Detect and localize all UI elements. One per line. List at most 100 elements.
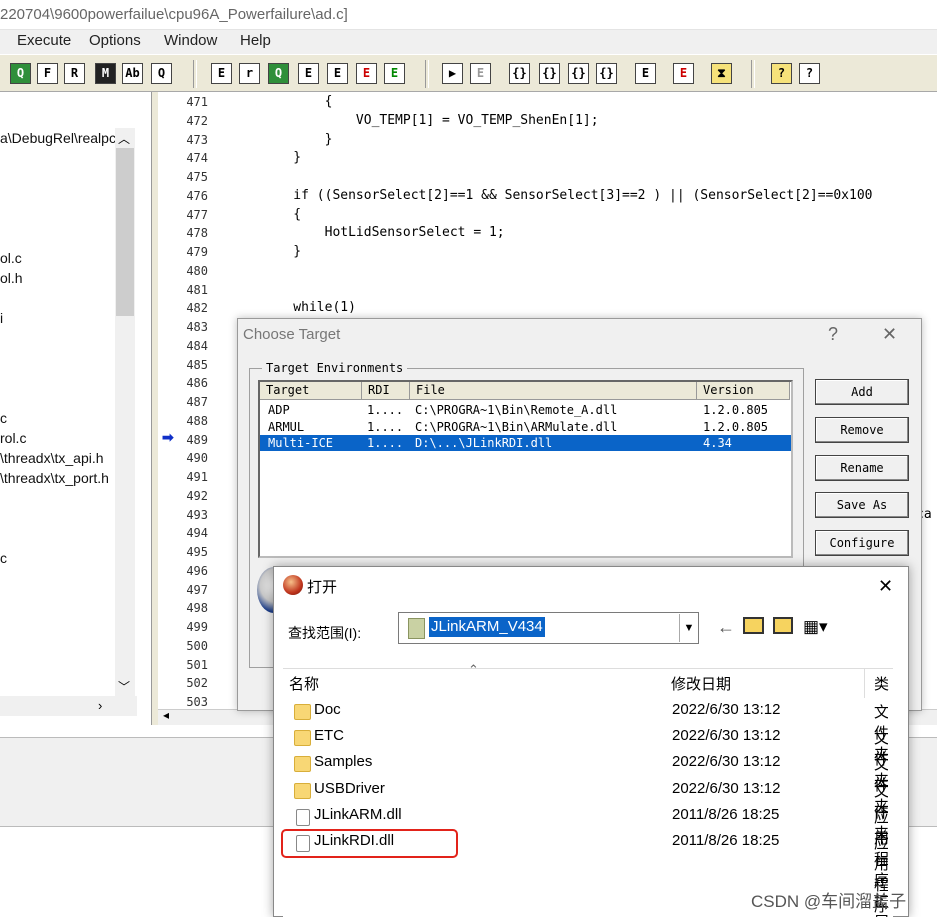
list-item[interactable]: USBDriver 2022/6/30 13:12 文件夹 [288, 778, 888, 842]
scroll-left-icon[interactable]: ◂ [163, 708, 169, 722]
column-header-rdi[interactable]: RDI [362, 382, 410, 400]
toolbar-step-icon[interactable]: {} [539, 63, 560, 84]
list-item[interactable]: JLinkARM.dll2011/8/26 18:25应用程序扩展 [288, 804, 888, 917]
list-item[interactable]: \threadx\tx_api.h [0, 450, 104, 466]
menu-help[interactable]: Help [240, 32, 271, 49]
help-icon[interactable]: ? [771, 63, 792, 84]
code-line[interactable]: } [262, 132, 333, 147]
toolbar-go-icon[interactable]: ▶ [442, 63, 463, 84]
list-item[interactable]: c [0, 550, 7, 566]
toolbar-stop-icon[interactable]: E [470, 63, 491, 84]
close-button[interactable]: ✕ [878, 576, 893, 597]
look-in-value[interactable]: JLinkARM_V434 [429, 617, 545, 637]
menu-window[interactable]: Window [164, 32, 217, 49]
view-menu-icon[interactable]: ▦▾ [803, 617, 828, 637]
toolbar-locals-icon[interactable]: E [384, 63, 405, 84]
toolbar-reg-icon[interactable]: r [239, 63, 260, 84]
file-name: Samples [314, 753, 373, 771]
hourglass-icon[interactable]: ⧗ [711, 63, 732, 84]
file-date: 2011/8/26 18:25 [672, 805, 780, 823]
file-icon [296, 808, 310, 826]
line-number: 483 [186, 320, 208, 334]
toolbar-list-icon[interactable]: E [298, 63, 319, 84]
toolbar-toggle-bp-icon[interactable]: E [635, 63, 656, 84]
list-item[interactable]: Doc 2022/6/30 13:12 文件夹 [288, 699, 888, 763]
list-item[interactable]: ol.h [0, 270, 23, 286]
code-line[interactable]: } [262, 244, 301, 259]
toolbar-ab-icon[interactable]: Ab [122, 63, 143, 84]
code-line[interactable]: HotLidSensorSelect = 1; [262, 225, 505, 240]
toolbar-find-icon[interactable]: Q [10, 63, 31, 84]
up-folder-icon[interactable] [743, 617, 764, 634]
rename-button[interactable]: Rename [815, 455, 909, 481]
toolbar-run-to-cursor-icon[interactable]: {} [596, 63, 617, 84]
toolbar-breakpoints-icon[interactable]: E [356, 63, 377, 84]
chevron-up-icon[interactable]: ︿ [118, 130, 130, 147]
toolbar-step-in-icon[interactable]: {} [509, 63, 530, 84]
remove-button[interactable]: Remove [815, 417, 909, 443]
add-button[interactable]: Add [815, 379, 909, 405]
chevron-down-icon[interactable]: ▼ [679, 614, 698, 642]
column-header-name[interactable]: 名称 [289, 673, 319, 694]
toolbar-console-icon[interactable]: E [327, 63, 348, 84]
column-header-file[interactable]: File [410, 382, 697, 400]
column-header-version[interactable]: Version [697, 382, 790, 400]
chevron-down-icon[interactable]: ﹀ [118, 678, 130, 695]
toolbar-file-icon[interactable]: F [37, 63, 58, 84]
toolbar-clear-bp-icon[interactable]: E [673, 63, 694, 84]
file-date: 2022/6/30 13:12 [672, 727, 781, 745]
execution-arrow-icon: ➡ [162, 429, 174, 445]
code-line[interactable]: while(1) [262, 300, 356, 315]
list-item[interactable]: i [0, 310, 3, 326]
code-line[interactable]: VO_TEMP[1] = VO_TEMP_ShenEn[1]; [262, 113, 599, 128]
chevron-right-icon[interactable]: › [98, 698, 102, 713]
toolbar-view-icon[interactable]: E [211, 63, 232, 84]
column-header-type[interactable]: 类 [874, 673, 892, 694]
line-number: 487 [186, 395, 208, 409]
column-divider[interactable] [864, 668, 865, 698]
context-help-icon[interactable]: ? [799, 63, 820, 84]
help-button[interactable]: ? [828, 324, 838, 345]
table-cell-file: C:\PROGRA~1\Bin\ARMulate.dll [415, 419, 618, 434]
toolbar-memory-icon[interactable]: M [95, 63, 116, 84]
menu-options[interactable]: Options [89, 32, 141, 49]
horizontal-scrollbar[interactable] [0, 696, 137, 716]
column-header-date[interactable]: 修改日期 [671, 673, 731, 694]
list-item[interactable]: ETC 2022/6/30 13:12 文件夹 [288, 725, 888, 789]
close-button[interactable]: ✕ [882, 324, 897, 345]
group-label: Target Environments [262, 361, 408, 375]
back-arrow-icon[interactable]: ← [717, 617, 735, 638]
toolbar-step-out-icon[interactable]: {} [568, 63, 589, 84]
menu-execute[interactable]: Execute [17, 32, 71, 49]
column-header-target[interactable]: Target [260, 382, 362, 400]
scrollbar-thumb[interactable] [116, 148, 134, 316]
table-row[interactable]: ADP 1.... C:\PROGRA~1\Bin\Remote_A.dll 1.2.… [260, 402, 791, 418]
line-number: 482 [186, 301, 208, 316]
table-row[interactable]: Multi-ICE 1.... D:\...\JLinkRDI.dll 4.34 [260, 435, 791, 451]
toolbar-search-icon[interactable]: Q [151, 63, 172, 84]
list-item[interactable]: a\DebugRel\realpci [0, 130, 119, 146]
new-folder-icon[interactable] [773, 617, 793, 634]
code-line[interactable]: } [262, 150, 301, 165]
file-date: 2022/6/30 13:12 [672, 753, 781, 771]
toolbar-registers-icon[interactable]: R [64, 63, 85, 84]
toolbar-separator [751, 60, 755, 88]
configure-button[interactable]: Configure [815, 530, 909, 556]
list-item[interactable]: rol.c [0, 430, 26, 446]
list-item[interactable]: \threadx\tx_port.h [0, 470, 109, 486]
code-line[interactable]: { [262, 207, 301, 222]
list-item[interactable]: Samples 2022/6/30 13:12 文件夹 [288, 751, 888, 815]
save-as-button[interactable]: Save As [815, 492, 909, 518]
dialog-title: 打开 [307, 579, 338, 596]
line-number: 478 [186, 226, 208, 241]
list-item[interactable]: c [0, 410, 7, 426]
toolbar-watch-icon[interactable]: Q [268, 63, 289, 84]
code-line[interactable]: { [262, 94, 333, 109]
code-line[interactable]: if ((SensorSelect[2]==1 && SensorSelect[… [262, 188, 872, 203]
line-number: 493 [186, 507, 208, 522]
toolbar-separator [425, 60, 429, 88]
line-number: 481 [186, 282, 208, 297]
table-row[interactable]: ARMUL 1.... C:\PROGRA~1\Bin\ARMulate.dll 1.… [260, 419, 791, 435]
line-number: 472 [186, 113, 208, 128]
list-item[interactable]: ol.c [0, 250, 22, 266]
